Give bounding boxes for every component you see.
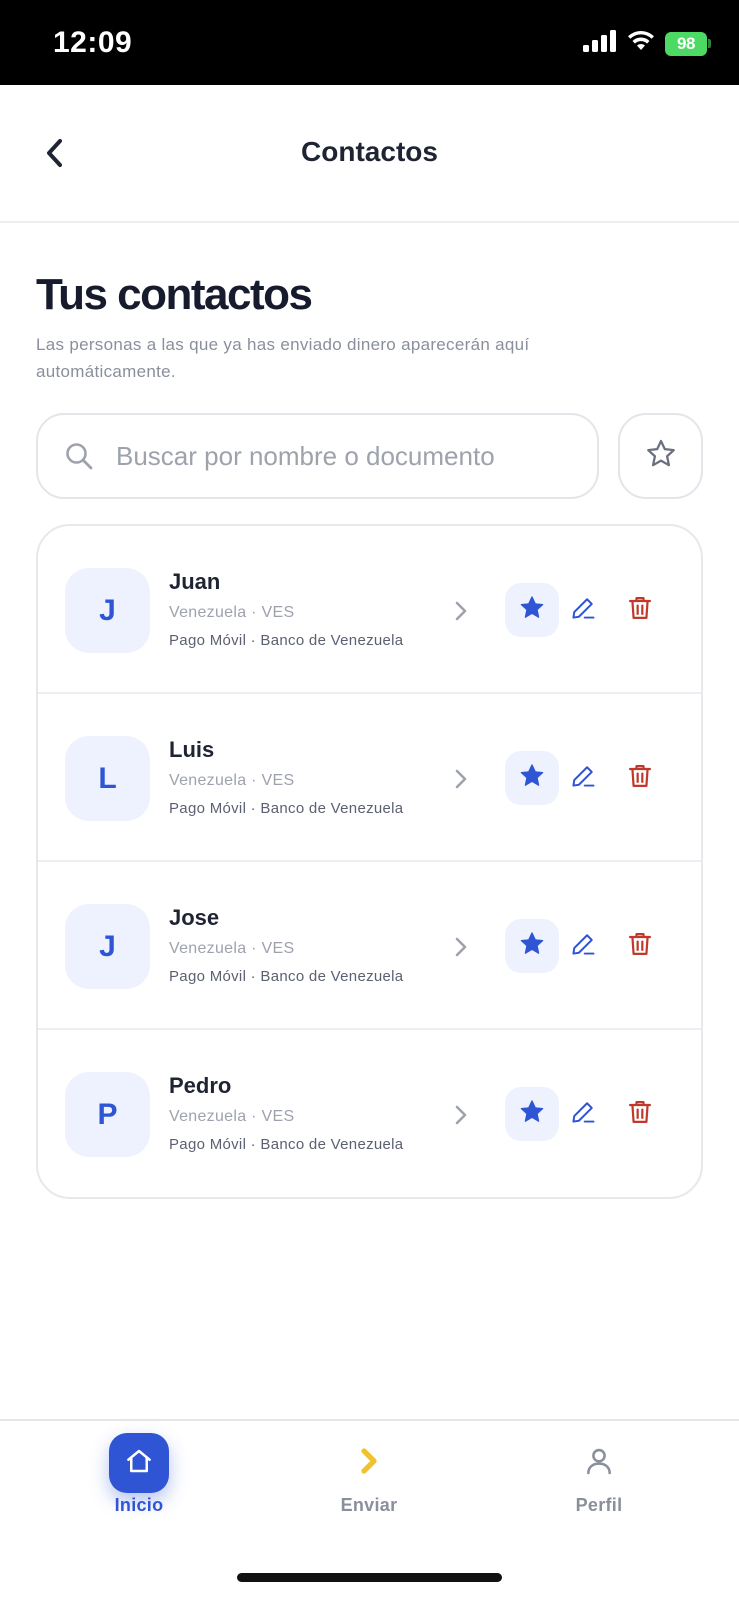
search-input[interactable]	[116, 440, 576, 472]
edit-button[interactable]	[566, 761, 600, 795]
contact-name: Luis	[169, 737, 215, 762]
page-title: Contactos	[301, 136, 438, 167]
cellular-signal-icon	[583, 30, 617, 57]
contact-row[interactable]: J Jose Venezuela · VES Pago Móvil · Banc…	[38, 862, 701, 1030]
section-description: Las personas a las que ya has enviado di…	[36, 335, 530, 381]
delete-button[interactable]	[623, 1097, 657, 1131]
search-icon	[64, 441, 94, 471]
edit-button[interactable]	[566, 593, 600, 627]
star-filled-icon	[518, 930, 546, 963]
home-icon	[124, 1446, 154, 1481]
edit-button[interactable]	[566, 929, 600, 963]
send-chevron-icon	[356, 1446, 382, 1481]
status-indicators: 98	[583, 30, 711, 57]
favorite-button[interactable]	[505, 919, 559, 973]
battery-indicator: 98	[665, 31, 711, 56]
nav-item-enviar[interactable]: Enviar	[299, 1433, 439, 1523]
contact-payment-method: Pago Móvil · Banco de Venezuela	[169, 1136, 404, 1153]
wifi-icon	[627, 30, 655, 57]
delete-button[interactable]	[623, 761, 657, 795]
contact-country: Venezuela · VES	[169, 1108, 295, 1125]
contact-country: Venezuela · VES	[169, 772, 295, 789]
trash-icon	[626, 930, 654, 963]
trash-icon	[626, 762, 654, 795]
avatar: L	[65, 736, 150, 821]
status-time: 12:09	[53, 26, 133, 59]
nav-icon-container	[569, 1433, 629, 1493]
pencil-icon	[569, 930, 597, 963]
contact-name: Juan	[169, 569, 221, 594]
pencil-icon	[569, 762, 597, 795]
contact-payment-method: Pago Móvil · Banco de Venezuela	[169, 800, 404, 817]
search-box[interactable]	[36, 413, 599, 499]
favorite-button[interactable]	[505, 1087, 559, 1141]
chevron-right-icon[interactable]	[450, 598, 472, 624]
user-icon	[583, 1445, 615, 1482]
section-title: Tus contactos	[36, 270, 313, 319]
trash-icon	[626, 1098, 654, 1131]
pencil-icon	[569, 1098, 597, 1131]
contact-payment-method: Pago Móvil · Banco de Venezuela	[169, 632, 404, 649]
contact-row[interactable]: L Luis Venezuela · VES Pago Móvil · Banc…	[38, 694, 701, 862]
contact-name: Pedro	[169, 1073, 232, 1098]
favorite-button[interactable]	[505, 583, 559, 637]
delete-button[interactable]	[623, 929, 657, 963]
battery-cap	[708, 39, 711, 48]
pencil-icon	[569, 594, 597, 627]
nav-item-perfil[interactable]: Perfil	[529, 1433, 669, 1523]
delete-button[interactable]	[623, 593, 657, 627]
chevron-right-icon[interactable]	[450, 1102, 472, 1128]
favorite-button[interactable]	[505, 751, 559, 805]
contact-country: Venezuela · VES	[169, 940, 295, 957]
contact-name: Jose	[169, 905, 220, 930]
avatar: P	[65, 1072, 150, 1157]
avatar: J	[65, 904, 150, 989]
trash-icon	[626, 594, 654, 627]
contact-payment-method: Pago Móvil · Banco de Venezuela	[169, 968, 404, 985]
nav-label: Perfil	[575, 1495, 623, 1515]
nav-label: Inicio	[114, 1495, 164, 1515]
nav-item-inicio[interactable]: Inicio	[69, 1433, 209, 1523]
nav-icon-container	[339, 1433, 399, 1493]
contact-country: Venezuela · VES	[169, 604, 295, 621]
top-bar: Contactos	[0, 85, 739, 223]
star-filled-icon	[518, 1098, 546, 1131]
contacts-list: J Juan Venezuela · VES Pago Móvil · Banc…	[36, 524, 703, 1199]
nav-label: Enviar	[340, 1495, 398, 1515]
chevron-right-icon[interactable]	[450, 934, 472, 960]
home-indicator	[237, 1573, 502, 1582]
favorites-filter-button[interactable]	[618, 413, 703, 499]
contact-row[interactable]: J Juan Venezuela · VES Pago Móvil · Banc…	[38, 526, 701, 694]
contact-row[interactable]: P Pedro Venezuela · VES Pago Móvil · Ban…	[38, 1030, 701, 1197]
status-bar: 12:09 98	[0, 0, 739, 85]
star-filled-icon	[518, 594, 546, 627]
avatar: J	[65, 568, 150, 653]
chevron-right-icon[interactable]	[450, 766, 472, 792]
edit-button[interactable]	[566, 1097, 600, 1131]
star-outline-icon	[644, 437, 678, 476]
nav-icon-container	[109, 1433, 169, 1493]
star-filled-icon	[518, 762, 546, 795]
battery-level: 98	[665, 31, 707, 56]
